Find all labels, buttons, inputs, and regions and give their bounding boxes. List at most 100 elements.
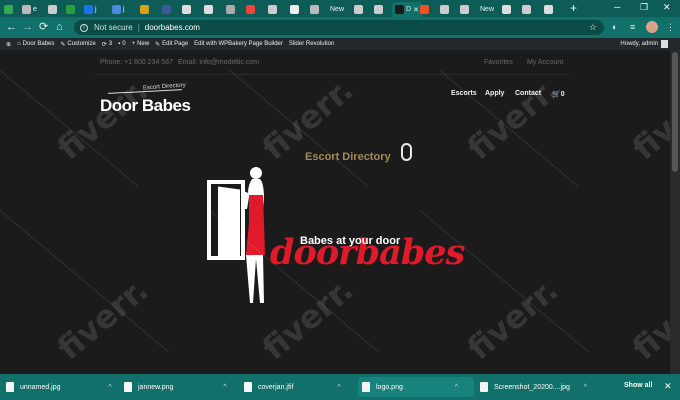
maximize-icon[interactable]: ❐ <box>640 2 648 13</box>
tab[interactable]: j <box>112 2 125 17</box>
chevron-up-icon[interactable]: ^ <box>584 384 587 391</box>
site-favicon-icon <box>48 5 57 14</box>
file-icon <box>6 382 14 392</box>
tab[interactable]: j <box>84 2 97 17</box>
updates-icon: ⟳ <box>101 41 107 48</box>
profile-avatar[interactable] <box>646 21 658 33</box>
minimize-icon[interactable]: ─ <box>614 2 620 12</box>
new-tab-button[interactable]: + <box>570 2 577 14</box>
forward-button[interactable]: → <box>22 21 33 33</box>
menu-icon[interactable]: ⋮ <box>666 22 675 33</box>
my-account-link[interactable]: My Account <box>527 59 563 66</box>
wp-comments-link[interactable]: ▪ 0 <box>118 41 125 47</box>
tab[interactable] <box>374 2 383 17</box>
back-button[interactable]: ← <box>6 21 17 33</box>
wp-edit-page-link[interactable]: ✎ Edit Page <box>155 41 188 48</box>
site-favicon-icon <box>502 5 511 14</box>
scrollbar-thumb[interactable] <box>672 52 678 172</box>
wp-slider-link[interactable]: Slider Revolution <box>289 41 334 47</box>
fiverr-watermark: fiverr. <box>50 270 156 368</box>
tab[interactable] <box>162 2 171 17</box>
tab[interactable]: New <box>330 2 344 17</box>
file-icon <box>362 382 370 392</box>
tab[interactable] <box>354 2 363 17</box>
pencil-icon: ✎ <box>155 41 161 48</box>
wp-new-label: New <box>137 41 150 47</box>
tab[interactable] <box>4 2 13 17</box>
site-favicon-icon <box>290 5 299 14</box>
tab[interactable] <box>204 2 213 17</box>
site-favicon-icon <box>112 5 121 14</box>
tab-label: e <box>33 6 37 13</box>
browser-toolbar: ← → ⟳ ⌂ i Not secure | doorbabes.com ☆ ◐… <box>0 17 680 38</box>
tab[interactable] <box>268 2 277 17</box>
favorites-link[interactable]: Favorites <box>484 59 513 66</box>
email-info[interactable]: Email: info@modeltic.com <box>178 59 259 66</box>
tab[interactable] <box>522 2 531 17</box>
home-button[interactable]: ⌂ <box>56 21 63 33</box>
download-item[interactable]: jannew.png ^ <box>124 377 227 397</box>
wp-customize-link[interactable]: ✎ Customize <box>60 41 95 48</box>
downloads-bar: unnamed.jpg ^ jannew.png ^ coverjan.jfif ^ … <box>0 374 680 400</box>
reading-list-icon[interactable]: ≡ <box>630 22 635 32</box>
download-item[interactable]: logo.png ^ <box>358 377 474 397</box>
bookmark-star-icon[interactable]: ☆ <box>589 22 597 33</box>
tab[interactable] <box>66 2 75 17</box>
tab[interactable] <box>420 2 429 17</box>
tab[interactable] <box>140 2 149 17</box>
download-item[interactable]: unnamed.jpg ^ <box>6 377 112 397</box>
tab[interactable] <box>460 2 469 17</box>
tab[interactable] <box>48 2 57 17</box>
phone-info: Phone: +1 800 234 567 <box>100 59 173 66</box>
close-window-icon[interactable]: ✕ <box>663 2 671 13</box>
wp-updates-link[interactable]: ⟳ 3 <box>102 41 112 48</box>
chevron-up-icon[interactable]: ^ <box>455 384 458 391</box>
info-icon[interactable]: i <box>80 23 88 32</box>
chevron-up-icon[interactable]: ^ <box>223 384 226 391</box>
page-scrollbar[interactable] <box>670 50 680 374</box>
tab[interactable] <box>310 2 319 17</box>
wordpress-icon: ⊕ <box>6 41 12 48</box>
wp-wpbakery-link[interactable]: Edit with WPBakery Page Builder <box>194 41 283 47</box>
tab[interactable] <box>440 2 449 17</box>
wp-logo-menu[interactable]: ⊕ <box>6 41 11 48</box>
close-downloads-icon[interactable]: ✕ <box>664 381 672 392</box>
tab[interactable] <box>226 2 235 17</box>
tab[interactable] <box>290 2 299 17</box>
wp-account-menu[interactable]: Howdy, admin <box>620 41 658 47</box>
chevron-up-icon[interactable]: ^ <box>337 384 340 391</box>
tab[interactable] <box>182 2 191 17</box>
close-tab-icon[interactable]: ✕ <box>413 6 419 14</box>
reload-button[interactable]: ⟳ <box>39 21 48 33</box>
site-favicon-icon <box>354 5 363 14</box>
wp-site-link[interactable]: ⌂ Door Babes <box>17 41 54 47</box>
show-all-button[interactable]: Show all <box>624 382 652 389</box>
tab[interactable] <box>246 2 255 17</box>
tab[interactable] <box>502 2 511 17</box>
address-bar[interactable]: i Not secure | doorbabes.com <box>74 20 604 35</box>
download-item[interactable]: coverjan.jfif ^ <box>244 377 341 397</box>
text-cursor-icon <box>401 143 412 161</box>
site-favicon-icon <box>420 5 429 14</box>
slogan: Babes at your door <box>300 235 401 247</box>
wp-slider-label: Slider Revolution <box>288 41 335 47</box>
extension-icon[interactable]: ◐ <box>612 22 617 32</box>
chevron-up-icon[interactable]: ^ <box>108 384 111 391</box>
wp-wpbakery-label: Edit with WPBakery Page Builder <box>194 41 283 47</box>
wp-new-link[interactable]: + New <box>132 41 150 47</box>
tab[interactable] <box>544 2 553 17</box>
wp-user-avatar[interactable] <box>661 40 668 48</box>
download-item[interactable]: Screenshot_20200....jpg ^ <box>480 377 587 397</box>
tab-label: j <box>123 6 125 13</box>
file-icon <box>480 382 488 392</box>
download-filename: Screenshot_20200....jpg <box>494 383 570 391</box>
fiverr-watermark: fiverr. <box>460 70 566 168</box>
url-text[interactable]: doorbabes.com <box>145 23 200 32</box>
tab-active[interactable]: D ✕ <box>392 2 422 17</box>
tab[interactable]: New <box>480 2 494 17</box>
nav-apply[interactable]: Apply <box>485 90 504 97</box>
plus-icon: + <box>131 41 136 47</box>
tab[interactable]: e <box>22 2 37 17</box>
watermark-line <box>439 70 579 187</box>
address-separator: | <box>137 23 140 32</box>
